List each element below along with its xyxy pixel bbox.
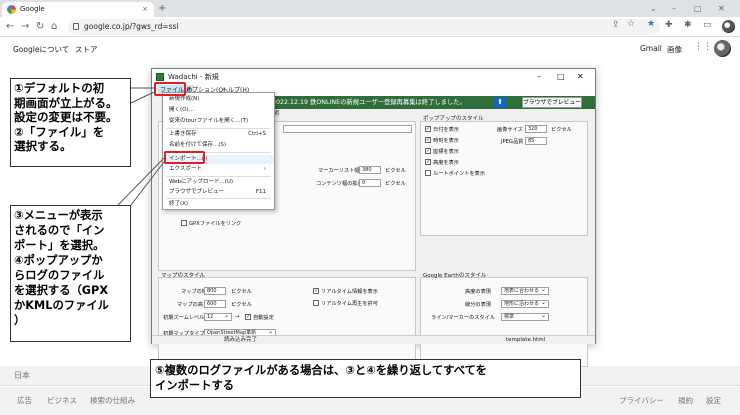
callout-2-line: を選択する（GPX — [14, 284, 109, 297]
callout-3-line: インポートする — [155, 379, 235, 392]
callout-2-line: ポート」を選択。 — [14, 239, 105, 252]
callout-1-line: 選択する。 — [14, 139, 72, 153]
callout-2-line: らログのファイル — [14, 269, 105, 282]
connector-line-3 — [130, 161, 165, 206]
callout-1-line: 期画面が立上がる。 — [14, 95, 118, 110]
connector-line-2 — [130, 91, 155, 104]
callout-step-1-2: ①デフォルトの初 期画面が立上がる。 設定の変更は不要。 ②「ファイル」を 選択… — [10, 78, 131, 167]
callout-3-line: ⑤複数のログファイルがある場合は、③と④を繰り返してすべてを — [155, 364, 487, 377]
callout-2-line: かKMLのファイル — [14, 299, 109, 312]
callout-1-line: ①デフォルトの初 — [14, 81, 105, 95]
screen: Google × + ⌄ – □ ✕ ← → ↻ ⌂ google.co.jp/… — [0, 0, 740, 415]
callout-2-line: ） — [14, 314, 26, 327]
callout-1-line: ②「ファイル」を — [14, 124, 105, 139]
callout-2-line: されるので「イン — [14, 224, 105, 237]
callout-step-3-4: ③メニューが表示 されるので「イン ポート」を選択。 ④ポップアップか らログの… — [10, 205, 131, 342]
callout-step-5: ⑤複数のログファイルがある場合は、③と④を繰り返してすべてを インポートする — [150, 359, 581, 398]
callout-1-line: 設定の変更は不要。 — [14, 110, 118, 124]
callout-2-line: ③メニューが表示 — [14, 209, 103, 222]
callout-2-line: ④ポップアップか — [14, 254, 103, 267]
